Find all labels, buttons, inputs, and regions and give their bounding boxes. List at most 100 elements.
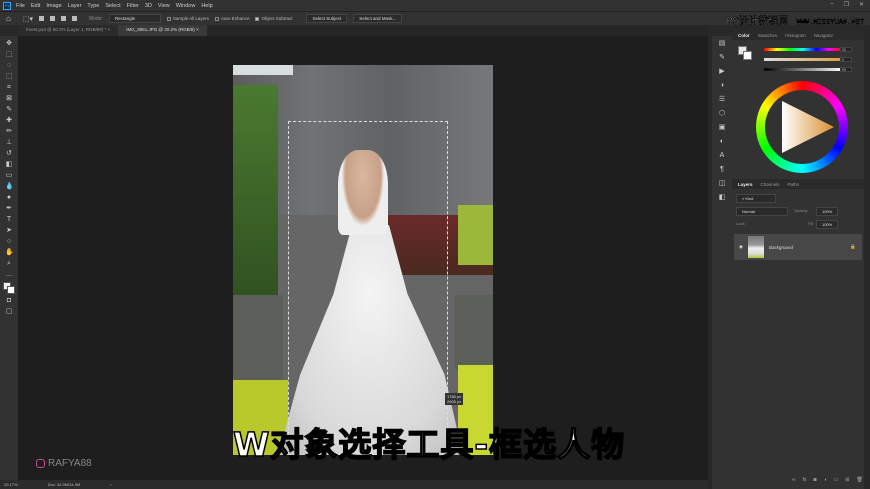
healing-brush-icon[interactable]: ✚: [5, 117, 13, 125]
move-tool-icon[interactable]: ✥: [5, 40, 13, 48]
hue-slider[interactable]: [764, 48, 842, 51]
tab-forest[interactable]: forest.psd @ 50.3% (Layer 1, RGB/8#) * ×: [18, 25, 119, 36]
saturation-slider[interactable]: [764, 58, 842, 61]
tab-channels[interactable]: Channels: [761, 182, 780, 187]
menu-layer[interactable]: Layer: [68, 3, 82, 9]
fx-icon[interactable]: fx: [803, 477, 807, 483]
tab-paths[interactable]: Paths: [788, 182, 800, 187]
crop-tool-icon[interactable]: ⌗: [5, 84, 13, 92]
object-subtract-checkbox[interactable]: Object Subtract: [255, 16, 292, 21]
layer-filter-select[interactable]: ⌕ Kind: [736, 194, 776, 203]
select-subject-button[interactable]: Select Subject: [306, 14, 348, 23]
zoom-level[interactable]: 20.17%: [4, 482, 18, 487]
tab-layers[interactable]: Layers: [738, 182, 753, 187]
layer-row-background[interactable]: ◉ Background 🔒: [734, 234, 862, 260]
color-swatch-bg[interactable]: [743, 51, 752, 60]
dodge-tool-icon[interactable]: ●: [5, 194, 13, 202]
brush-settings-icon[interactable]: ✎: [718, 54, 726, 62]
fill-field[interactable]: 100%: [816, 220, 839, 229]
menu-filter[interactable]: Filter: [127, 3, 139, 9]
properties-icon[interactable]: ☰: [718, 96, 726, 104]
screen-mode-icon[interactable]: ▢: [5, 308, 13, 316]
brush-tool-icon[interactable]: ✏: [5, 128, 13, 136]
sample-all-layers-checkbox[interactable]: Sample All Layers: [166, 16, 209, 21]
glyphs-icon[interactable]: ◫: [718, 180, 726, 188]
menu-3d[interactable]: 3D: [145, 3, 152, 9]
document-image[interactable]: 1780 px 2605 px: [233, 65, 493, 455]
pen-tool-icon[interactable]: ✒: [5, 205, 13, 213]
group-icon[interactable]: ▭: [834, 477, 839, 483]
panel-icons-column: ▤ ✎ ▶ ◑ ☰ ⬡ ▣ ◐ A ¶ ◫ ◧: [712, 36, 732, 489]
eyedropper-tool-icon[interactable]: ✎: [5, 106, 13, 114]
tab-histogram[interactable]: Histogram: [785, 33, 806, 38]
tab-swatches[interactable]: Swatches: [758, 33, 778, 38]
3d-icon[interactable]: ⬡: [718, 110, 726, 118]
layer-name[interactable]: Background: [769, 245, 793, 250]
blur-tool-icon[interactable]: 💧: [5, 183, 14, 191]
foreground-background-colors[interactable]: [3, 282, 15, 294]
brightness-value[interactable]: 85: [840, 67, 852, 72]
auto-enhance-checkbox[interactable]: Auto-Enhance: [214, 16, 250, 21]
more-tools-icon[interactable]: …: [5, 271, 13, 279]
actions-icon[interactable]: ▶: [718, 68, 726, 76]
tab-navigator[interactable]: Navigator: [814, 33, 833, 38]
add-selection-icon[interactable]: [49, 16, 55, 21]
subtract-selection-icon[interactable]: [60, 16, 66, 21]
zoom-tool-icon[interactable]: ⌕: [5, 260, 13, 268]
paragraph-icon[interactable]: ¶: [718, 166, 726, 174]
status-arrow-icon[interactable]: ›: [110, 482, 111, 487]
type-tool-icon[interactable]: T: [5, 216, 13, 224]
mode-select[interactable]: Rectangle: [108, 14, 161, 23]
link-layers-icon[interactable]: ∞: [792, 477, 796, 483]
object-selection-tool-icon[interactable]: ⬚▾: [23, 15, 33, 23]
history-brush-icon[interactable]: ↺: [5, 150, 13, 158]
menu-window[interactable]: Window: [176, 3, 196, 9]
menu-image[interactable]: Image: [46, 3, 61, 9]
menu-view[interactable]: View: [158, 3, 170, 9]
styles-icon[interactable]: ◐: [718, 138, 726, 146]
adjustment-layer-icon[interactable]: ◑: [824, 477, 827, 483]
menu-help[interactable]: Help: [201, 3, 212, 9]
character-icon[interactable]: A: [718, 152, 726, 160]
close-button[interactable]: ✕: [859, 1, 864, 8]
blend-mode-select[interactable]: Normal: [736, 207, 788, 216]
delete-layer-icon[interactable]: 🗑: [856, 477, 862, 483]
tab-color[interactable]: Color: [738, 33, 750, 38]
subtitle-caption: W对象选择工具-框选人物: [232, 424, 626, 465]
eraser-tool-icon[interactable]: ◧: [5, 161, 13, 169]
home-icon[interactable]: ⌂: [6, 14, 11, 23]
new-selection-icon[interactable]: [38, 16, 44, 21]
history-icon[interactable]: ▤: [718, 40, 726, 48]
restore-button[interactable]: ❐: [844, 1, 849, 8]
new-layer-icon[interactable]: ⊞: [845, 477, 849, 483]
select-and-mask-button[interactable]: Select and Mask...: [353, 14, 403, 23]
hue-value[interactable]: 30: [840, 47, 852, 52]
marquee-tool-icon[interactable]: ⬚: [5, 51, 13, 59]
saturation-value[interactable]: 5: [840, 57, 852, 62]
adjustments-icon[interactable]: ◑: [718, 82, 726, 90]
shape-tool-icon[interactable]: ○: [5, 238, 13, 246]
lasso-tool-icon[interactable]: ◌: [5, 62, 13, 70]
object-selection-tool-icon[interactable]: ⬚: [5, 73, 13, 81]
brightness-slider[interactable]: [764, 68, 842, 71]
clone-stamp-icon[interactable]: ⊥: [5, 139, 13, 147]
minimize-button[interactable]: –: [830, 1, 833, 8]
color-wheel[interactable]: [756, 81, 848, 173]
menu-file[interactable]: File: [16, 3, 25, 9]
menu-edit[interactable]: Edit: [31, 3, 40, 9]
frame-tool-icon[interactable]: ⊠: [5, 95, 13, 103]
path-selection-icon[interactable]: ➤: [5, 227, 13, 235]
auto-enhance-label: Auto-Enhance: [220, 16, 250, 21]
layer-comps-icon[interactable]: ◧: [718, 194, 726, 202]
tab-img-9951[interactable]: IMG_9951.JPG @ 20.2% (RGB/8) ×: [118, 25, 207, 36]
add-mask-icon[interactable]: ◙: [813, 477, 816, 483]
opacity-field[interactable]: 100%: [816, 207, 839, 216]
intersect-selection-icon[interactable]: [71, 16, 77, 21]
menu-type[interactable]: Type: [87, 3, 99, 9]
menu-select[interactable]: Select: [105, 3, 120, 9]
visibility-eye-icon[interactable]: ◉: [739, 244, 743, 250]
gradient-tool-icon[interactable]: ▭: [5, 172, 13, 180]
libraries-icon[interactable]: ▣: [718, 124, 726, 132]
quick-mask-icon[interactable]: ◘: [5, 297, 13, 305]
hand-tool-icon[interactable]: ✋: [5, 249, 14, 257]
